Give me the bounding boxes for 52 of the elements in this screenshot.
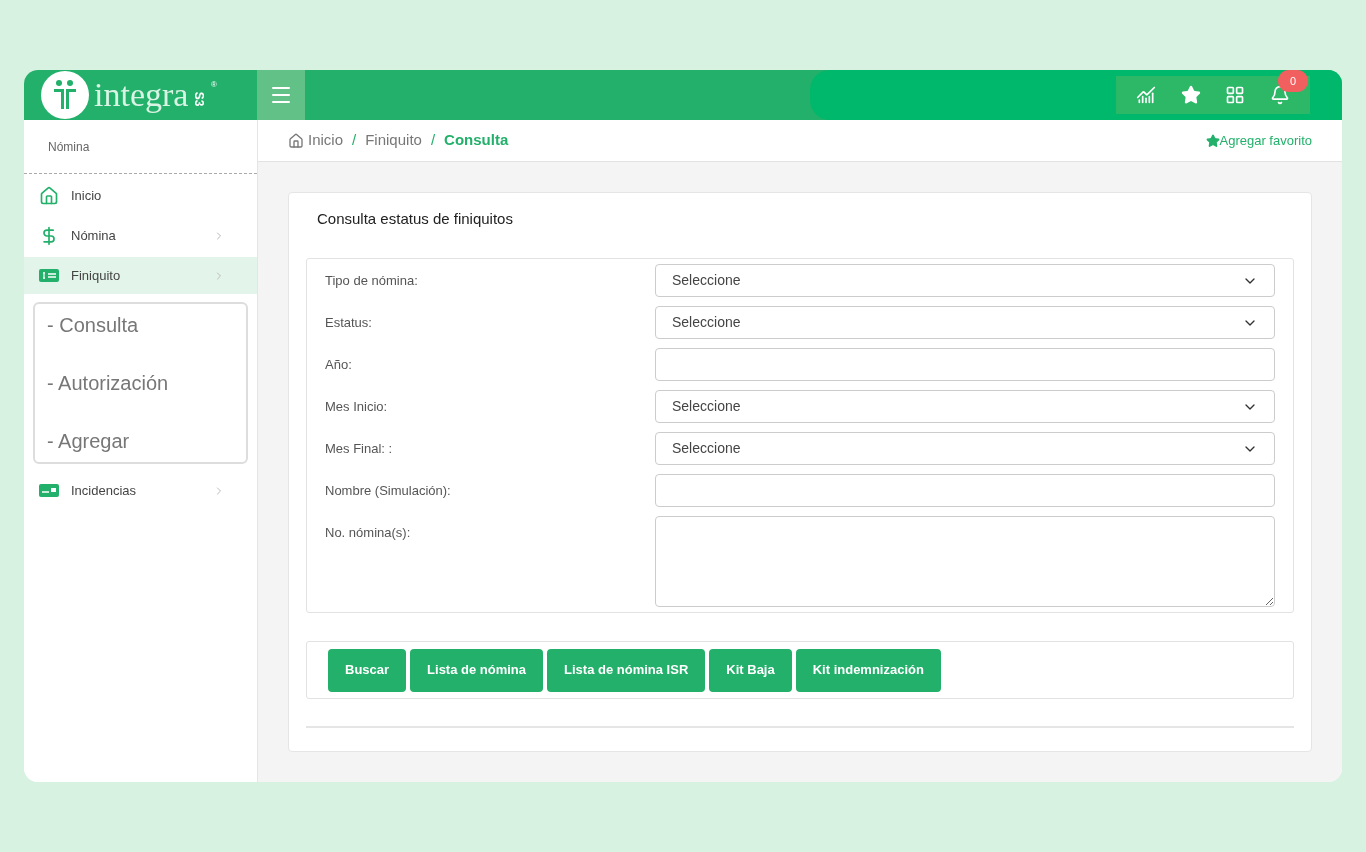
text-area[interactable] bbox=[655, 516, 1275, 607]
sidebar-item[interactable]: Nómina bbox=[24, 217, 257, 254]
sidebar-item-label: Inicio bbox=[71, 186, 103, 205]
select-field[interactable]: Seleccione bbox=[655, 432, 1275, 465]
card-title: Consulta estatus de finiquitos bbox=[316, 209, 514, 229]
bell-icon[interactable] bbox=[1269, 85, 1290, 105]
menu-button[interactable] bbox=[257, 70, 305, 120]
sidebar-item-label: Nómina bbox=[71, 226, 117, 245]
home-icon bbox=[288, 132, 304, 149]
logo-text: integra bbox=[94, 78, 189, 112]
sidebar-item[interactable]: Finiquito bbox=[24, 257, 257, 294]
sidebar-section-title: Nómina bbox=[48, 138, 90, 156]
sidebar-item[interactable]: Incidencias bbox=[24, 472, 257, 509]
breadcrumb-separator: / bbox=[430, 130, 436, 151]
sidebar-item-label: Finiquito bbox=[71, 266, 122, 285]
field-label: Nombre (Simulación): bbox=[325, 482, 452, 500]
star-icon bbox=[1205, 133, 1220, 148]
field-label: Mes Inicio: bbox=[325, 398, 389, 416]
grid-icon[interactable] bbox=[1225, 85, 1246, 105]
select-field[interactable]: Seleccione bbox=[655, 264, 1275, 297]
breadcrumb-separator: / bbox=[352, 130, 357, 151]
add-favorite-link[interactable]: Agregar favorito bbox=[1205, 130, 1312, 151]
sidebar-item[interactable]: Inicio bbox=[24, 177, 257, 214]
field-label: Mes Final: : bbox=[325, 440, 394, 458]
submenu-link[interactable]: - Agregar bbox=[47, 428, 234, 454]
submenu-link[interactable]: - Consulta bbox=[47, 312, 234, 338]
input-field[interactable] bbox=[655, 348, 1275, 381]
action-button[interactable]: Lista de nómina ISR bbox=[547, 648, 706, 692]
field-label: No. nómina(s): bbox=[325, 524, 412, 542]
logo-suffix: S3 bbox=[191, 91, 208, 107]
select-field[interactable]: Seleccione bbox=[655, 306, 1275, 339]
select-field[interactable]: Seleccione bbox=[655, 390, 1275, 423]
breadcrumb-link[interactable]: Finiquito bbox=[365, 129, 422, 152]
id-card-icon bbox=[39, 484, 59, 497]
input-field[interactable] bbox=[655, 474, 1275, 507]
notification-badge: 0 bbox=[1278, 70, 1308, 92]
submenu-link[interactable]: - Autorización bbox=[47, 370, 234, 396]
home-icon bbox=[39, 185, 59, 206]
breadcrumb-link[interactable]: Consulta bbox=[444, 129, 509, 152]
action-button[interactable]: Kit Baja bbox=[709, 648, 792, 692]
bill-icon bbox=[39, 269, 59, 282]
sidebar-item-label: Incidencias bbox=[71, 481, 138, 500]
breadcrumb-link[interactable]: Inicio bbox=[308, 129, 344, 152]
action-button[interactable]: Buscar bbox=[328, 648, 407, 692]
star-icon[interactable] bbox=[1180, 85, 1201, 105]
action-button[interactable]: Lista de nómina bbox=[410, 648, 544, 692]
field-label: Estatus: bbox=[325, 314, 373, 332]
chart-icon[interactable] bbox=[1136, 85, 1157, 105]
field-label: Año: bbox=[325, 356, 353, 374]
registered-mark: ® bbox=[211, 79, 217, 91]
action-button[interactable]: Kit indemnización bbox=[795, 648, 941, 692]
field-label: Tipo de nómina: bbox=[325, 272, 419, 290]
